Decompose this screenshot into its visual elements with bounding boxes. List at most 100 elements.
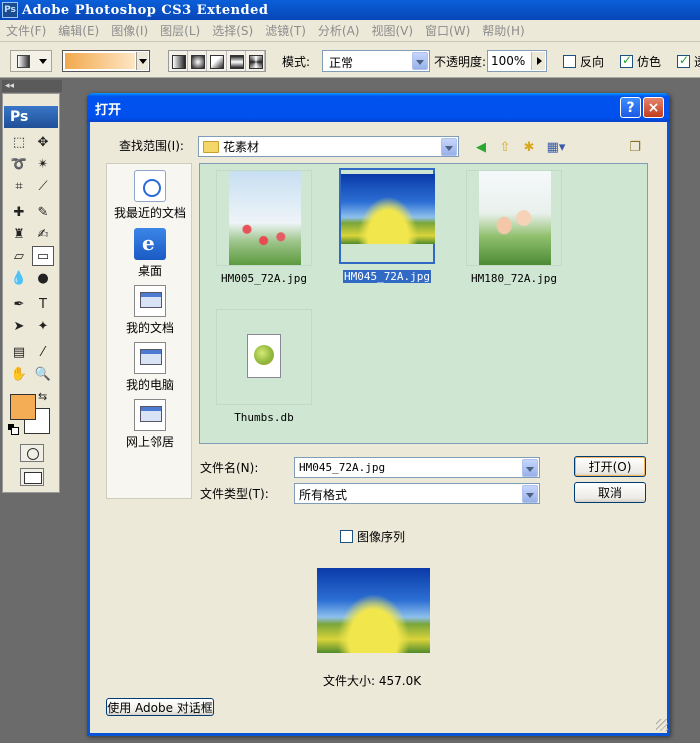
menu-view[interactable]: 视图(V) [365, 22, 419, 39]
dither-checkbox[interactable]: 仿色 [620, 53, 661, 70]
radial-gradient-button[interactable] [188, 51, 208, 71]
checkbox-box[interactable] [340, 530, 353, 543]
place-label: 桌面 [137, 264, 162, 278]
place-my-documents[interactable]: 我的文档 [107, 285, 193, 336]
file-item[interactable]: HM180_72A.jpg [466, 170, 562, 285]
file-item[interactable]: HM005_72A.jpg [216, 170, 312, 285]
checkbox-box[interactable] [620, 53, 633, 68]
desktop-icon [134, 228, 166, 260]
pen-tool-icon[interactable]: ✒ [8, 294, 30, 314]
transparency-checkbox[interactable]: 透 [677, 53, 700, 70]
place-recent[interactable]: 我最近的文档 [107, 170, 193, 221]
chevron-down-icon[interactable] [441, 138, 457, 156]
lookin-combo[interactable]: 花素材 [198, 136, 459, 157]
menu-file[interactable]: 文件(F) [0, 22, 52, 39]
chevron-down-icon[interactable] [412, 52, 428, 70]
chevron-right-icon[interactable] [531, 52, 545, 70]
app-title-bar: Ps Adobe Photoshop CS3 Extended [0, 0, 700, 20]
hand-tool-icon[interactable]: ✋ [8, 364, 30, 384]
chevron-down-icon[interactable] [522, 459, 538, 477]
folder-icon [203, 140, 219, 153]
place-network[interactable]: 网上邻居 [107, 399, 193, 450]
marquee-tool-icon[interactable]: ⬚ [8, 132, 30, 152]
shape-tool-icon[interactable]: ✦ [32, 316, 54, 336]
notes-tool-icon[interactable]: ▤ [8, 342, 30, 362]
file-item[interactable]: HM045_72A.jpg [339, 168, 435, 283]
menu-window[interactable]: 窗口(W) [419, 22, 476, 39]
up-folder-icon[interactable]: ⇧ [496, 138, 514, 156]
chevron-down-icon[interactable] [136, 52, 148, 70]
open-button[interactable]: 打开(O) [574, 456, 646, 477]
slice-tool-icon[interactable]: ⟋ [32, 176, 54, 196]
quick-mask-button[interactable] [20, 444, 44, 462]
lasso-tool-icon[interactable]: ➰ [8, 154, 30, 174]
bridge-folder-icon[interactable]: ❐ [626, 138, 644, 156]
back-icon[interactable]: ◀ [472, 138, 490, 156]
place-label: 我最近的文档 [113, 206, 186, 220]
healing-brush-icon[interactable]: ✚ [8, 202, 30, 222]
mode-select[interactable]: 正常 [322, 50, 430, 72]
cancel-button[interactable]: 取消 [574, 482, 646, 503]
sequence-label: 图像序列 [357, 530, 406, 544]
file-name: HM180_72A.jpg [470, 272, 558, 285]
close-button[interactable]: × [643, 97, 664, 118]
dodge-tool-icon[interactable]: ● [32, 268, 54, 288]
dialog-title-bar: 打开 ? × [87, 93, 670, 122]
use-adobe-dialog-button[interactable]: 使用 Adobe 对话框 [106, 698, 214, 716]
tool-preset-picker[interactable] [10, 50, 52, 72]
magic-wand-icon[interactable]: ✴ [32, 154, 54, 174]
filetype-select[interactable]: 所有格式 [294, 483, 540, 504]
crop-tool-icon[interactable]: ⌗ [8, 176, 30, 196]
chevron-down-icon[interactable] [522, 485, 538, 503]
angle-gradient-button[interactable] [207, 51, 227, 71]
thumbnail-image [479, 171, 551, 265]
diamond-gradient-button[interactable] [246, 51, 266, 71]
move-tool-icon[interactable]: ✥ [32, 132, 54, 152]
menu-layer[interactable]: 图层(L) [154, 22, 206, 39]
menu-filter[interactable]: 滤镜(T) [259, 22, 312, 39]
new-folder-icon[interactable]: ✱ [520, 138, 538, 156]
brush-tool-icon[interactable]: ✎ [32, 202, 54, 222]
place-my-computer[interactable]: 我的电脑 [107, 342, 193, 393]
eraser-tool-icon[interactable]: ▱ [8, 246, 30, 266]
menu-edit[interactable]: 编辑(E) [52, 22, 105, 39]
menu-analysis[interactable]: 分析(A) [312, 22, 366, 39]
file-item[interactable]: Thumbs.db [216, 309, 312, 424]
history-brush-icon[interactable]: ✍ [32, 224, 54, 244]
default-colors-icon[interactable] [8, 424, 19, 435]
blur-tool-icon[interactable]: 💧 [8, 268, 30, 288]
type-tool-icon[interactable]: T [32, 294, 54, 314]
file-thumbnail [339, 168, 435, 264]
menu-select[interactable]: 选择(S) [206, 22, 259, 39]
menu-help[interactable]: 帮助(H) [476, 22, 530, 39]
gradient-swatch [65, 53, 135, 69]
mode-value: 正常 [329, 56, 354, 70]
toolbox-grip[interactable]: ◂◂ [2, 80, 62, 92]
gradient-tool-icon[interactable]: ▭ [32, 246, 54, 266]
zoom-tool-icon[interactable]: 🔍 [32, 364, 54, 384]
menu-image[interactable]: 图像(I) [105, 22, 154, 39]
filename-input[interactable]: HM045_72A.jpg [294, 457, 540, 478]
path-select-icon[interactable]: ➤ [8, 316, 30, 336]
view-menu-icon[interactable]: ▦▾ [544, 138, 568, 156]
thumbs-db-file-icon [247, 334, 281, 378]
screen-mode-button[interactable] [20, 468, 44, 486]
checkbox-box[interactable] [563, 55, 576, 68]
image-sequence-checkbox[interactable]: 图像序列 [340, 528, 405, 545]
foreground-color-swatch[interactable] [10, 394, 36, 420]
swap-colors-icon[interactable]: ⇆ [38, 390, 47, 403]
reflected-gradient-button[interactable] [227, 51, 246, 71]
clone-stamp-icon[interactable]: ♜ [8, 224, 30, 244]
help-button[interactable]: ? [620, 97, 641, 118]
dialog-title: 打开 [95, 103, 122, 118]
checkbox-box[interactable] [677, 53, 690, 68]
gradient-picker[interactable] [62, 50, 150, 72]
linear-gradient-button[interactable] [169, 51, 189, 71]
photoshop-logo[interactable]: Ps [4, 106, 58, 128]
resize-grip[interactable] [656, 719, 668, 731]
place-desktop[interactable]: 桌面 [107, 228, 193, 279]
opacity-field[interactable]: 100% [487, 50, 547, 72]
reverse-checkbox[interactable]: 反向 [563, 53, 604, 70]
eyedropper-icon[interactable]: ⁄ [32, 342, 54, 362]
lookin-label: 查找范围(I): [119, 139, 184, 153]
